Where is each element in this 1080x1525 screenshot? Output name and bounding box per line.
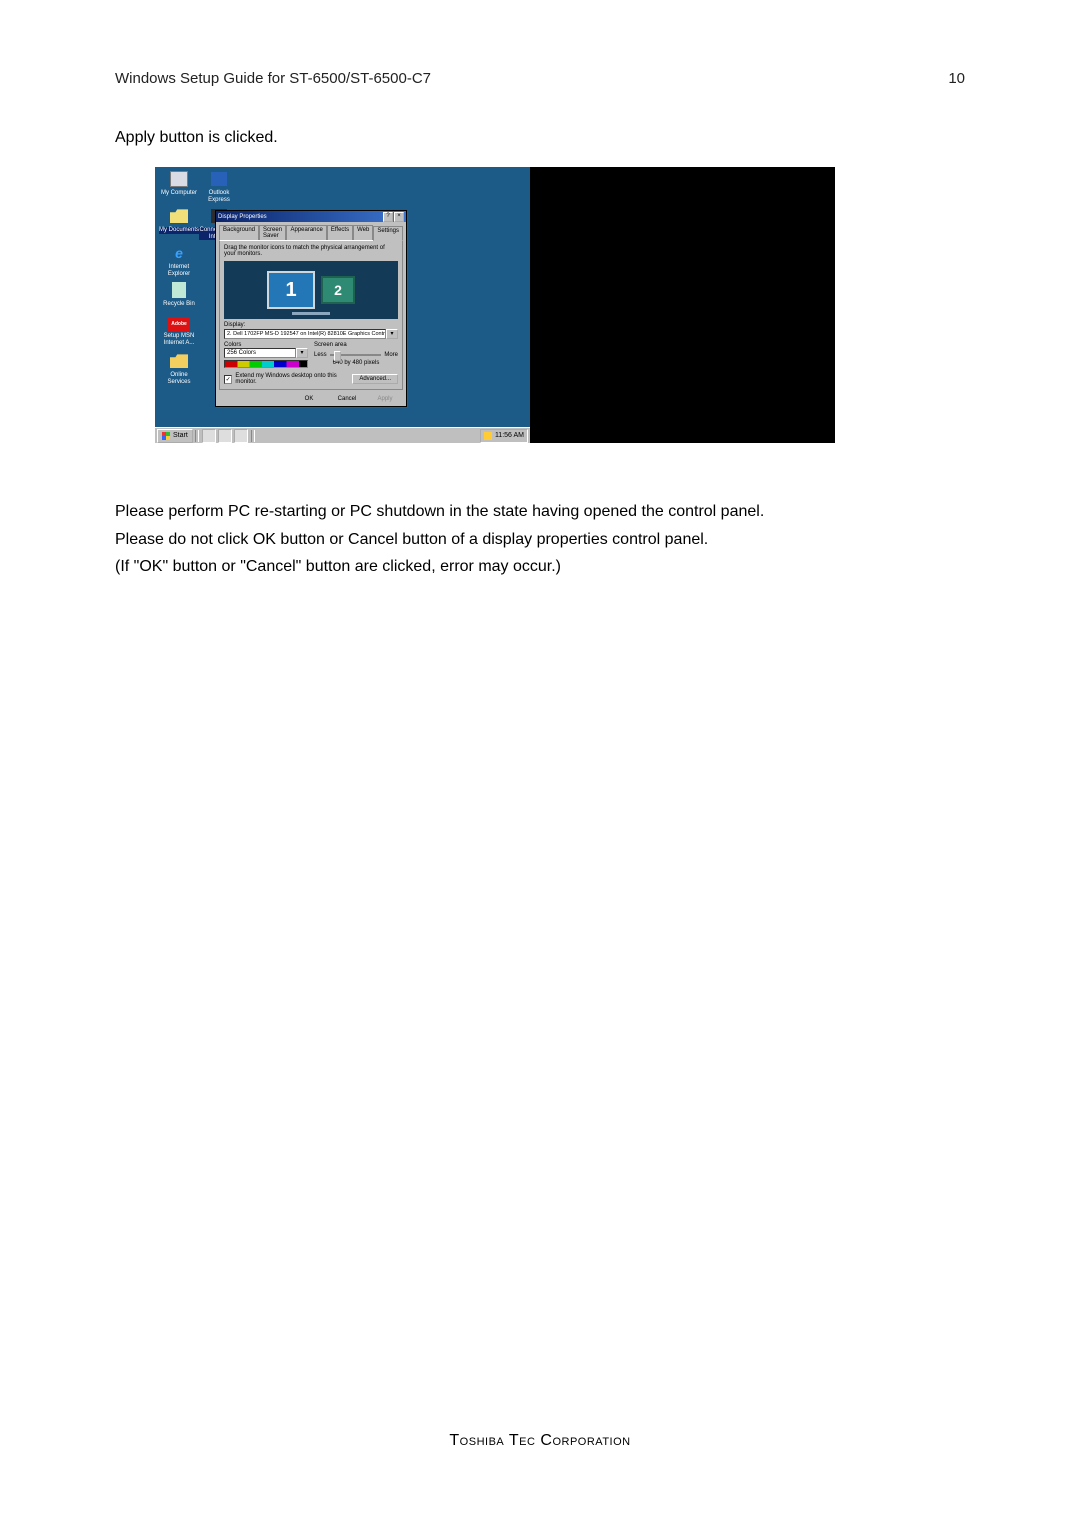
instruction-line-2: Please do not click OK button or Cancel …: [115, 526, 965, 553]
window-title: Display Properties: [218, 214, 267, 220]
extend-label: Extend my Windows desktop onto this moni…: [235, 373, 348, 385]
tab-screensaver[interactable]: Screen Saver: [259, 225, 286, 240]
tab-settings[interactable]: Settings: [373, 226, 403, 241]
instruction-paragraph: Please perform PC re-starting or PC shut…: [115, 498, 965, 580]
window-titlebar[interactable]: Display Properties ? ×: [216, 211, 406, 222]
ie-icon: [169, 244, 189, 262]
icon-label: Outlook Express: [199, 190, 239, 203]
display-select[interactable]: 2. Dell 1702FP MS-D 192547 on Intel(R) 8…: [224, 329, 398, 339]
slider-less: Less: [314, 352, 327, 358]
slider-thumb[interactable]: [334, 351, 341, 361]
intro-line: Apply button is clicked.: [115, 127, 965, 149]
help-button[interactable]: ?: [383, 212, 393, 222]
monitor-arrangement[interactable]: 1 2: [224, 261, 398, 319]
header-title: Windows Setup Guide for ST-6500/ST-6500-…: [115, 70, 431, 87]
monitor-stand: [292, 312, 330, 315]
quicklaunch-icon[interactable]: [202, 429, 216, 443]
icon-label: Internet Explorer: [159, 264, 199, 277]
close-button[interactable]: ×: [394, 212, 404, 222]
icon-label: Online Services: [159, 372, 199, 385]
color-swatch: [224, 360, 308, 368]
adobe-icon: [168, 317, 190, 331]
tab-effects[interactable]: Effects: [327, 225, 353, 240]
page-footer: Toshiba Tec Corporation: [0, 1432, 1080, 1450]
resolution-value: 640 by 480 pixels: [314, 360, 398, 366]
slider-more: More: [384, 352, 398, 358]
tab-strip: Background Screen Saver Appearance Effec…: [216, 222, 406, 240]
desktop-icon-online-services[interactable]: Online Services: [159, 352, 199, 385]
folder-icon: [169, 352, 189, 370]
apply-button[interactable]: Apply: [368, 396, 402, 402]
dropdown-button[interactable]: ▾: [386, 329, 398, 339]
start-button[interactable]: Start: [157, 429, 193, 443]
desktop-icon-outlook-express[interactable]: Outlook Express: [199, 170, 239, 203]
desktop-icon-setup-msn[interactable]: Setup MSN Internet A...: [159, 317, 199, 346]
taskbar-separator: [251, 430, 255, 442]
system-tray[interactable]: 11:56 AM: [480, 429, 528, 443]
desktop-icon-my-documents[interactable]: My Documents: [159, 207, 199, 233]
ok-button[interactable]: OK: [292, 396, 326, 402]
instruction-line-1: Please perform PC re-starting or PC shut…: [115, 498, 965, 525]
second-monitor-black: [530, 167, 835, 427]
dropdown-button[interactable]: ▾: [296, 348, 308, 358]
display-properties-window: Display Properties ? × Background Screen…: [215, 210, 407, 407]
screen-area-label: Screen area: [314, 342, 398, 348]
icon-label: Recycle Bin: [159, 301, 199, 307]
resolution-slider[interactable]: Less More: [314, 352, 398, 358]
colors-select[interactable]: 256 Colors ▾: [224, 348, 308, 358]
icon-label: My Computer: [159, 190, 199, 196]
drag-hint: Drag the monitor icons to match the phys…: [224, 245, 398, 257]
quicklaunch-icon[interactable]: [218, 429, 232, 443]
page-number: 10: [948, 70, 965, 87]
display-select-value: 2. Dell 1702FP MS-D 192547 on Intel(R) 8…: [224, 329, 386, 339]
monitor-2-icon[interactable]: 2: [321, 276, 355, 304]
desktop-icon-internet-explorer[interactable]: Internet Explorer: [159, 244, 199, 277]
dialog-buttons: OK Cancel Apply: [216, 393, 406, 406]
settings-panel: Drag the monitor icons to match the phys…: [219, 240, 403, 390]
page-header: Windows Setup Guide for ST-6500/ST-6500-…: [115, 70, 965, 87]
desktop-icon-my-computer[interactable]: My Computer: [159, 170, 199, 196]
screenshot-figure: My Computer My Documents Internet Explor…: [155, 167, 965, 443]
windows-taskbar[interactable]: Start 11:56 AM: [155, 427, 530, 443]
display-label: Display:: [224, 322, 398, 328]
colors-value: 256 Colors: [224, 348, 296, 358]
windows-desktop: My Computer My Documents Internet Explor…: [155, 167, 530, 427]
icon-label: My Documents: [159, 227, 199, 233]
second-monitor-black: [530, 427, 835, 443]
tray-icon[interactable]: [484, 432, 492, 440]
advanced-button[interactable]: Advanced...: [352, 374, 398, 384]
extend-checkbox[interactable]: ✓: [224, 375, 232, 384]
clock: 11:56 AM: [495, 432, 524, 439]
tab-background[interactable]: Background: [219, 225, 259, 240]
computer-icon: [169, 170, 189, 188]
taskbar-separator: [195, 430, 199, 442]
monitor-1-icon[interactable]: 1: [267, 271, 315, 309]
windows-logo-icon: [162, 432, 170, 440]
tab-appearance[interactable]: Appearance: [286, 225, 326, 240]
icon-label: Setup MSN Internet A...: [159, 333, 199, 346]
folder-icon: [169, 207, 189, 225]
start-label: Start: [173, 432, 188, 439]
tab-web[interactable]: Web: [353, 225, 373, 240]
recycle-bin-icon: [169, 281, 189, 299]
cancel-button[interactable]: Cancel: [330, 396, 364, 402]
quicklaunch-icon[interactable]: [234, 429, 248, 443]
instruction-line-3: (If "OK" button or "Cancel" button are c…: [115, 553, 965, 580]
outlook-icon: [209, 170, 229, 188]
desktop-icon-recycle-bin[interactable]: Recycle Bin: [159, 281, 199, 307]
